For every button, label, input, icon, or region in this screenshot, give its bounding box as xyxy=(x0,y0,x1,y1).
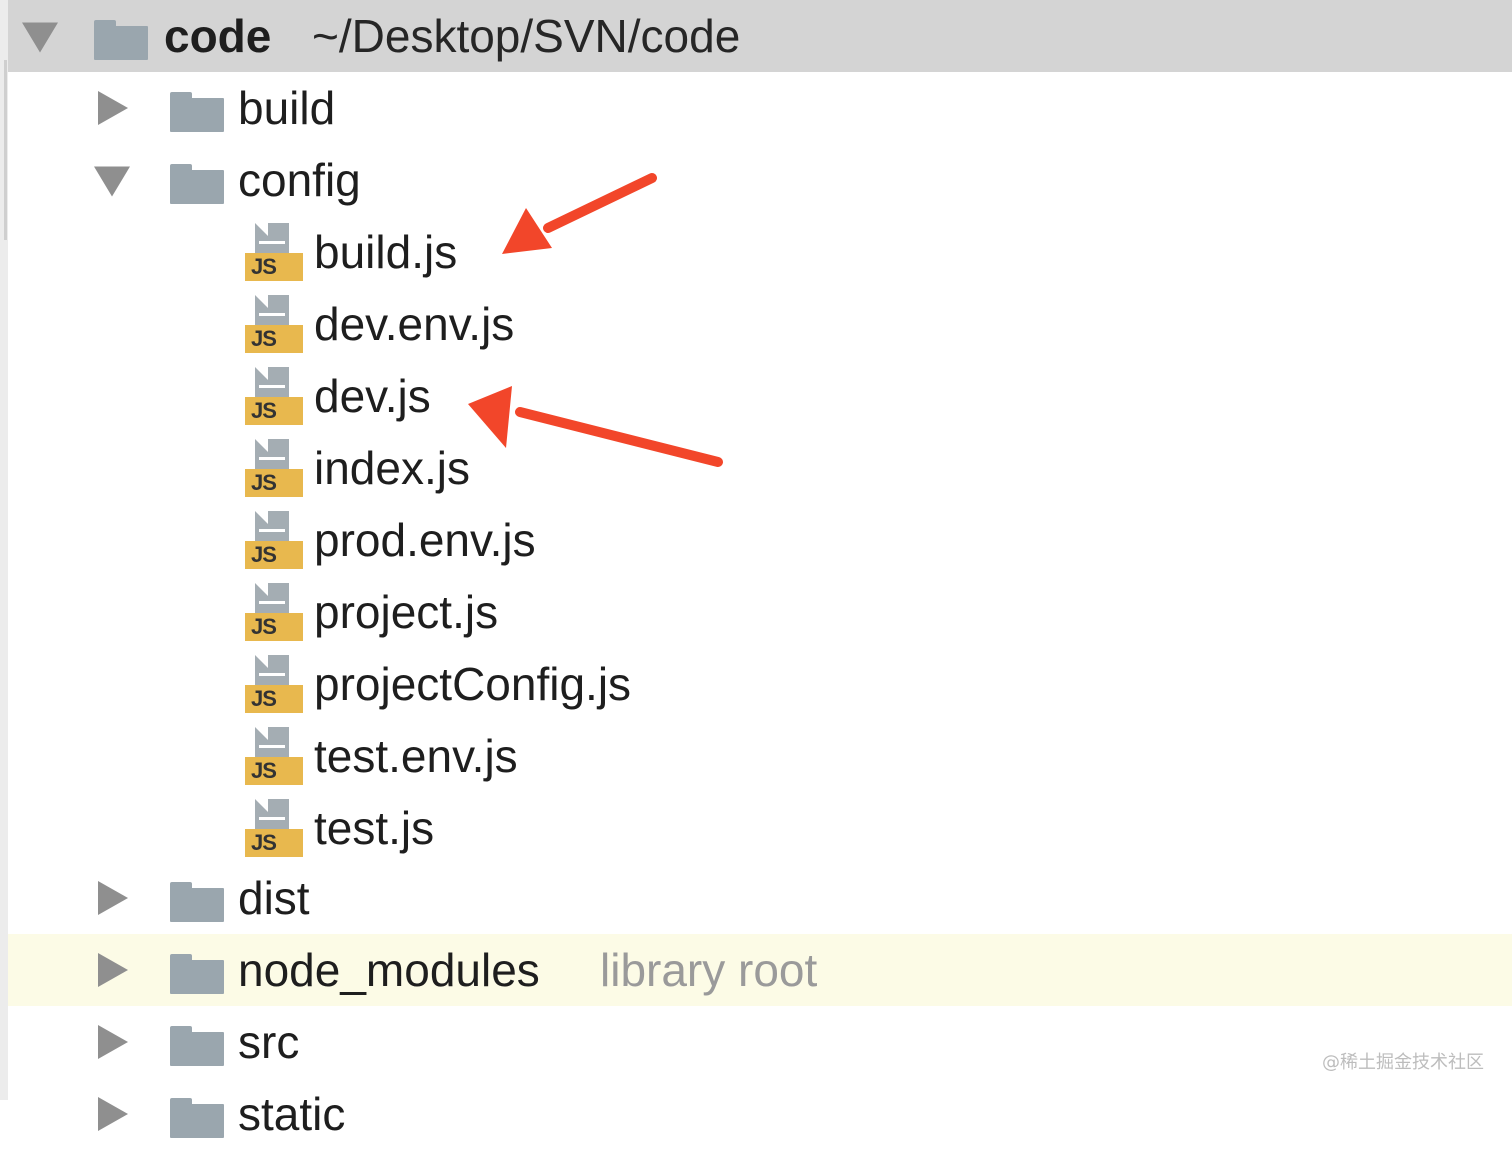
annotation-overlay xyxy=(468,173,723,467)
folder-icon xyxy=(170,1098,224,1138)
annotation-arrow-dev-js xyxy=(468,386,723,467)
watermark: @稀土掘金技术社区 xyxy=(1322,1052,1484,1073)
expand-arrow-icon[interactable] xyxy=(98,1097,128,1131)
annotation-arrow-build-js xyxy=(502,173,657,254)
project-tree: code ~/Desktop/SVN/code build config JS … xyxy=(0,0,1512,1138)
